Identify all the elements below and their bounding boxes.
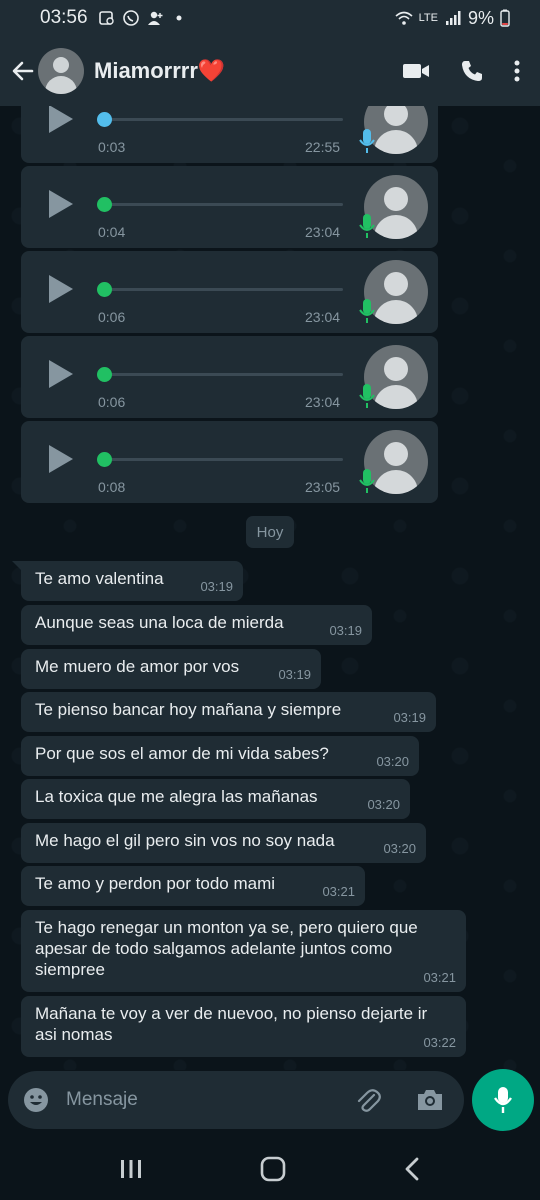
audio-progress-dot[interactable] xyxy=(97,112,112,127)
message-bubble[interactable]: La toxica que me alegra las mañanas 03:2… xyxy=(21,779,410,819)
message-bubble[interactable]: Te hago renegar un monton ya se, pero qu… xyxy=(21,910,466,992)
voice-duration: 0:08 xyxy=(98,479,126,495)
chat-area[interactable]: 0:03 22:55 0:04 23:04 0:06 23:04 0:06 23… xyxy=(0,106,540,1070)
emoji-icon[interactable] xyxy=(22,1086,50,1114)
voice-time: 22:55 xyxy=(305,139,341,155)
message-text: Me muero de amor por vos xyxy=(35,657,240,676)
audio-progress-dot[interactable] xyxy=(97,197,112,212)
message-text: Me hago el gil pero sin vos no soy nada xyxy=(35,831,335,850)
battery-percent: 9% xyxy=(467,7,494,28)
battery-icon xyxy=(500,9,510,27)
audio-track[interactable] xyxy=(103,288,343,291)
status-bar: 03:56 LTE 9% xyxy=(0,0,540,36)
date-chip: Hoy xyxy=(246,516,294,548)
mic-icon xyxy=(359,299,375,323)
more-options-icon[interactable] xyxy=(514,59,520,83)
voice-time: 23:05 xyxy=(305,479,341,495)
voice-note[interactable]: 0:03 22:55 xyxy=(21,106,438,163)
message-time: 03:21 xyxy=(322,884,355,899)
audio-progress-dot[interactable] xyxy=(97,282,112,297)
play-icon[interactable] xyxy=(49,360,73,388)
message-time: 03:21 xyxy=(423,970,456,985)
voice-note[interactable]: 0:06 23:04 xyxy=(21,336,438,418)
play-icon[interactable] xyxy=(49,445,73,473)
message-time: 03:20 xyxy=(376,754,409,769)
back-arrow-icon[interactable] xyxy=(10,58,36,84)
audio-track[interactable] xyxy=(103,458,343,461)
play-icon[interactable] xyxy=(49,275,73,303)
audio-track[interactable] xyxy=(103,118,343,121)
message-bubble[interactable]: Te pienso bancar hoy mañana y siempre 03… xyxy=(21,692,436,732)
message-text: Por que sos el amor de mi vida sabes? xyxy=(35,744,329,763)
message-bubble[interactable]: Te amo y perdon por todo mami 03:21 xyxy=(21,866,365,906)
voice-duration: 0:04 xyxy=(98,224,126,240)
message-time: 03:20 xyxy=(383,841,416,856)
back-nav-icon[interactable] xyxy=(403,1156,421,1182)
voice-duration: 0:03 xyxy=(98,139,126,155)
signal-icon xyxy=(445,11,461,25)
message-text: Te amo valentina xyxy=(35,569,164,588)
mic-icon xyxy=(359,384,375,408)
voice-record-button[interactable] xyxy=(472,1069,534,1131)
lte-indicator: LTE xyxy=(418,11,438,24)
status-time: 03:56 xyxy=(40,7,88,28)
message-bubble[interactable]: Aunque seas una loca de mierda 03:19 xyxy=(21,605,372,645)
audio-track[interactable] xyxy=(103,203,343,206)
message-input[interactable]: Mensaje xyxy=(66,1089,138,1111)
message-bubble[interactable]: Por que sos el amor de mi vida sabes? 03… xyxy=(21,736,419,776)
voice-note[interactable]: 0:06 23:04 xyxy=(21,251,438,333)
message-text: Mañana te voy a ver de nuevoo, no pienso… xyxy=(35,1004,428,1044)
mic-icon xyxy=(359,469,375,493)
wifi-icon xyxy=(395,11,413,25)
message-time: 03:19 xyxy=(278,667,311,682)
home-icon[interactable] xyxy=(260,1156,286,1182)
gallery-notification-icon xyxy=(98,11,114,25)
voice-duration: 0:06 xyxy=(98,394,126,410)
mic-icon xyxy=(494,1087,512,1113)
message-time: 03:20 xyxy=(367,797,400,812)
message-text: Te pienso bancar hoy mañana y siempre xyxy=(35,700,342,719)
system-nav-bar xyxy=(0,1138,540,1200)
message-bubble[interactable]: Me muero de amor por vos 03:19 xyxy=(21,649,321,689)
audio-track[interactable] xyxy=(103,373,343,376)
chat-header: Miamorrrr❤️ xyxy=(0,36,540,106)
dot-icon xyxy=(176,15,182,21)
audio-progress-dot[interactable] xyxy=(97,367,112,382)
mic-icon xyxy=(359,214,375,238)
message-text: Aunque seas una loca de mierda xyxy=(35,613,284,632)
voice-time: 23:04 xyxy=(305,394,341,410)
message-time: 03:19 xyxy=(200,579,233,594)
message-text: Te hago renegar un monton ya se, pero qu… xyxy=(35,918,418,979)
contact-name[interactable]: Miamorrrr❤️ xyxy=(94,58,225,84)
whatsapp-notification-icon xyxy=(122,10,139,26)
message-time: 03:19 xyxy=(329,623,362,638)
contact-add-notification-icon xyxy=(147,11,163,25)
contact-avatar[interactable] xyxy=(38,48,84,94)
voice-duration: 0:06 xyxy=(98,309,126,325)
video-call-icon[interactable] xyxy=(402,61,430,81)
message-time: 03:19 xyxy=(393,710,426,725)
voice-time: 23:04 xyxy=(305,224,341,240)
recent-apps-icon[interactable] xyxy=(119,1158,143,1180)
message-time: 03:22 xyxy=(423,1035,456,1050)
message-bubble[interactable]: Mañana te voy a ver de nuevoo, no pienso… xyxy=(21,996,466,1057)
play-icon[interactable] xyxy=(49,106,73,133)
attach-icon[interactable] xyxy=(354,1086,382,1114)
voice-call-icon[interactable] xyxy=(460,59,484,83)
voice-note[interactable]: 0:08 23:05 xyxy=(21,421,438,503)
voice-time: 23:04 xyxy=(305,309,341,325)
voice-note[interactable]: 0:04 23:04 xyxy=(21,166,438,248)
message-bubble[interactable]: Te amo valentina 03:19 xyxy=(12,561,243,601)
camera-icon[interactable] xyxy=(416,1088,444,1112)
message-text: Te amo y perdon por todo mami xyxy=(35,874,276,893)
mic-icon xyxy=(359,129,375,153)
message-bubble[interactable]: Me hago el gil pero sin vos no soy nada … xyxy=(21,823,426,863)
audio-progress-dot[interactable] xyxy=(97,452,112,467)
message-composer[interactable]: Mensaje xyxy=(8,1071,464,1129)
message-text: La toxica que me alegra las mañanas xyxy=(35,787,318,806)
play-icon[interactable] xyxy=(49,190,73,218)
